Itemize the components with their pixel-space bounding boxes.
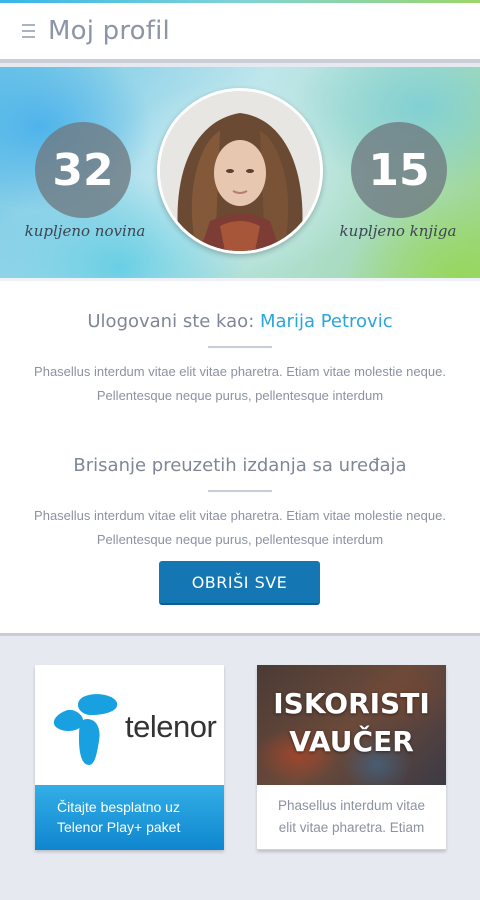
profile-hero: 32 kupljeno novina 15 kupljeno knjiga bbox=[0, 67, 480, 281]
telenor-wordmark: telenor bbox=[125, 709, 217, 744]
newspapers-label: kupljeno novina bbox=[24, 222, 146, 240]
profile-content: Ulogovani ste kao: Marija Petrovic Phase… bbox=[0, 281, 480, 633]
delete-section: Brisanje preuzetih izdanja sa uređaja Ph… bbox=[0, 455, 480, 552]
books-count: 15 bbox=[351, 122, 447, 218]
voucher-description: Phasellus interdum vitae elit vitae phar… bbox=[257, 785, 446, 839]
user-name: Marija Petrovic bbox=[259, 311, 393, 332]
login-label: Ulogovani ste kao: bbox=[87, 311, 260, 332]
avatar bbox=[157, 88, 323, 254]
newspapers-count: 32 bbox=[35, 122, 131, 218]
login-heading: Ulogovani ste kao: Marija Petrovic bbox=[0, 311, 480, 332]
voucher-text-line: elit vitae pharetra. Etiam bbox=[278, 820, 425, 835]
voucher-promo-card[interactable]: ISKORISTI VAUČER Phasellus interdum vita… bbox=[257, 665, 446, 850]
books-label: kupljeno knjiga bbox=[339, 222, 457, 240]
telenor-promo-text: Čitajte besplatno uz Telenor Play+ paket bbox=[35, 785, 224, 850]
delete-heading: Brisanje preuzetih izdanja sa uređaja bbox=[73, 455, 407, 476]
app-header: Moj profil bbox=[0, 3, 480, 63]
login-description: Phasellus interdum vitae elit vitae phar… bbox=[34, 364, 446, 403]
voucher-title: ISKORISTI VAUČER bbox=[257, 685, 446, 761]
telenor-promo-card[interactable]: telenor Čitajte besplatno uz Telenor Pla… bbox=[35, 665, 224, 850]
voucher-image: ISKORISTI VAUČER bbox=[257, 665, 446, 785]
section-separator bbox=[0, 633, 480, 636]
telenor-logo-icon bbox=[53, 694, 118, 765]
delete-description: Phasellus interdum vitae elit vitae phar… bbox=[34, 508, 446, 547]
delete-all-button[interactable]: OBRIŠI SVE bbox=[159, 561, 320, 605]
divider bbox=[208, 346, 272, 348]
page-title: Moj profil bbox=[48, 16, 170, 46]
voucher-title-line: VAUČER bbox=[289, 725, 414, 758]
hamburger-menu-icon[interactable] bbox=[22, 20, 40, 42]
telenor-text-line: Čitajte besplatno uz bbox=[57, 799, 180, 815]
telenor-text-line: Telenor Play+ paket bbox=[57, 819, 181, 835]
voucher-title-line: ISKORISTI bbox=[273, 687, 430, 720]
voucher-text-line: Phasellus interdum vitae bbox=[277, 798, 426, 813]
telenor-logo: telenor bbox=[35, 665, 224, 785]
divider bbox=[208, 490, 272, 492]
login-section: Ulogovani ste kao: Marija Petrovic Phase… bbox=[0, 311, 480, 408]
